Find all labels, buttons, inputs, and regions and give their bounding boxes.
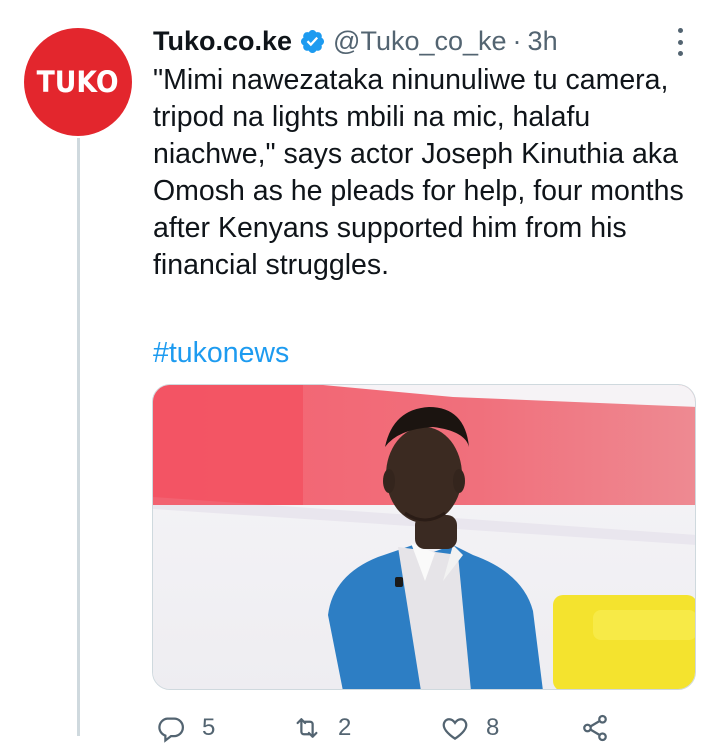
- retweet-button[interactable]: 2: [292, 713, 351, 743]
- reply-count: 5: [202, 714, 216, 741]
- tweet-media-image[interactable]: [152, 384, 696, 690]
- share-icon: [583, 714, 607, 742]
- hashtag-link[interactable]: #tukonews: [153, 335, 289, 372]
- reply-icon: [158, 717, 184, 743]
- avatar-logo-text: TUKO: [36, 65, 120, 99]
- timestamp[interactable]: 3h: [528, 26, 558, 57]
- header-separator: ·: [512, 25, 522, 56]
- heart-icon: [442, 718, 468, 740]
- tweet-text: "Mimi nawezataka ninunuliwe tu camera, t…: [153, 64, 684, 281]
- thread-line: [77, 138, 80, 736]
- retweet-icon: [296, 718, 318, 738]
- reply-button[interactable]: 5: [156, 713, 215, 743]
- tweet-header: Tuko.co.ke @Tuko_co_ke · 3h: [153, 24, 558, 58]
- tweet-actions: 5 2 8: [156, 708, 626, 748]
- media-photo-illustration: [153, 385, 695, 689]
- share-button[interactable]: [580, 713, 610, 743]
- retweet-count: 2: [338, 714, 352, 741]
- verified-badge-icon: [301, 29, 325, 53]
- more-options-icon[interactable]: [672, 24, 688, 60]
- display-name[interactable]: Tuko.co.ke: [153, 26, 292, 57]
- like-count: 8: [486, 714, 500, 741]
- like-button[interactable]: 8: [440, 713, 499, 743]
- avatar[interactable]: TUKO: [24, 28, 132, 136]
- user-handle[interactable]: @Tuko_co_ke: [333, 26, 507, 57]
